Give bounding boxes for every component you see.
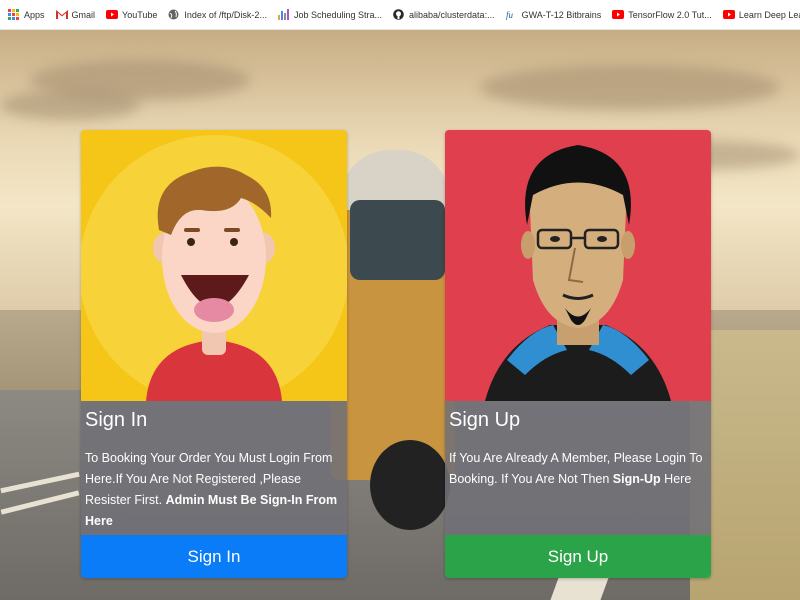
signin-avatar-illustration (81, 130, 347, 401)
signin-button[interactable]: Sign In (81, 535, 347, 578)
signup-bold-text: Sign-Up (612, 472, 661, 486)
apps-grid-icon (8, 9, 19, 20)
globe-icon (168, 9, 179, 20)
youtube-icon (106, 9, 119, 20)
signin-card: Sign In To Booking Your Order You Must L… (81, 130, 347, 578)
bookmark-label: GWA-T-12 Bitbrains (521, 9, 602, 20)
bookmark-label: Learn Deep Learnin... (738, 9, 800, 20)
signup-card-body: Sign Up If You Are Already A Member, Ple… (445, 401, 711, 535)
bookmark-label: YouTube (122, 9, 158, 20)
youtube-icon (612, 9, 625, 20)
gmail-icon (55, 9, 68, 20)
bookmark-index-ftp[interactable]: Index of /ftp/Disk-2... (168, 9, 267, 20)
bookmark-gmail[interactable]: Gmail (55, 9, 96, 20)
bookmark-label: Apps (24, 9, 45, 20)
bookmark-learn-deep-learning[interactable]: Learn Deep Learnin... (722, 9, 800, 20)
bookmarks-bar: Apps Gmail YouTube Index of /ftp/Disk-2.… (0, 0, 800, 30)
bookmark-label: TensorFlow 2.0 Tut... (628, 9, 712, 20)
bookmark-alibaba-github[interactable]: alibaba/clusterdata:... (393, 9, 495, 20)
bookmark-apps[interactable]: Apps (8, 9, 45, 20)
bookmark-label: Gmail (71, 9, 96, 20)
signup-avatar-illustration (445, 130, 711, 401)
bus-image (330, 150, 455, 530)
tu-icon: fu (506, 9, 517, 20)
signup-description: If You Are Already A Member, Please Logi… (449, 448, 707, 490)
bookmark-label: alibaba/clusterdata:... (409, 9, 495, 20)
github-icon (393, 9, 404, 20)
signin-card-body: Sign In To Booking Your Order You Must L… (81, 401, 347, 535)
bookmark-job-scheduling[interactable]: Job Scheduling Stra... (277, 9, 383, 20)
chart-icon (277, 9, 289, 20)
bookmark-tensorflow[interactable]: TensorFlow 2.0 Tut... (612, 9, 712, 20)
signup-title: Sign Up (449, 409, 521, 431)
bookmark-gwa-bitbrains[interactable]: fu GWA-T-12 Bitbrains (506, 9, 602, 21)
svg-text:fu: fu (506, 10, 514, 20)
signin-title: Sign In (85, 409, 148, 431)
signup-text-end: Here (660, 472, 692, 486)
bookmark-label: Index of /ftp/Disk-2... (184, 9, 267, 20)
bookmark-youtube[interactable]: YouTube (106, 9, 157, 20)
signup-card: Sign Up If You Are Already A Member, Ple… (445, 130, 711, 578)
youtube-icon (722, 9, 735, 20)
signin-description: To Booking Your Order You Must Login Fro… (85, 448, 343, 532)
bookmark-label: Job Scheduling Stra... (293, 9, 383, 20)
signup-button[interactable]: Sign Up (445, 535, 711, 578)
